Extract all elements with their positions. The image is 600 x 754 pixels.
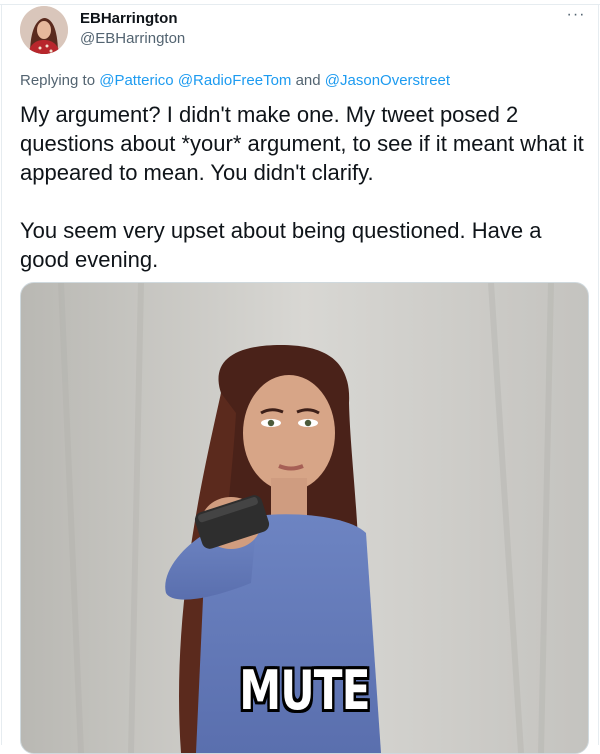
mention-link[interactable]: @Patterico [99,72,173,89]
mentions-joiner: and [295,72,321,89]
media-gif[interactable]: MUTE [20,282,589,754]
tweet-paragraph: You seem very upset about being question… [20,218,542,272]
replying-to-line: Replying to @Patterico @RadioFreeTom and… [20,72,450,90]
user-handle[interactable]: @EBHarrington [80,30,185,48]
avatar[interactable] [20,6,68,54]
display-name[interactable]: EBHarrington [80,10,178,28]
card-border-top [0,4,600,5]
tweet-card: EBHarrington @EBHarrington ··· Replying … [0,0,600,754]
tweet-text: My argument? I didn't make one. My tweet… [20,100,590,274]
card-border-left [1,4,2,745]
tweet-paragraph: My argument? I didn't make one. My tweet… [20,102,584,185]
card-border-right [598,4,599,745]
gif-caption: MUTE [239,659,370,722]
mention-link[interactable]: @RadioFreeTom [178,72,292,89]
replying-to-label: Replying to [20,72,96,89]
mention-link[interactable]: @JasonOverstreet [325,72,450,89]
more-options-icon[interactable]: ··· [565,7,587,26]
